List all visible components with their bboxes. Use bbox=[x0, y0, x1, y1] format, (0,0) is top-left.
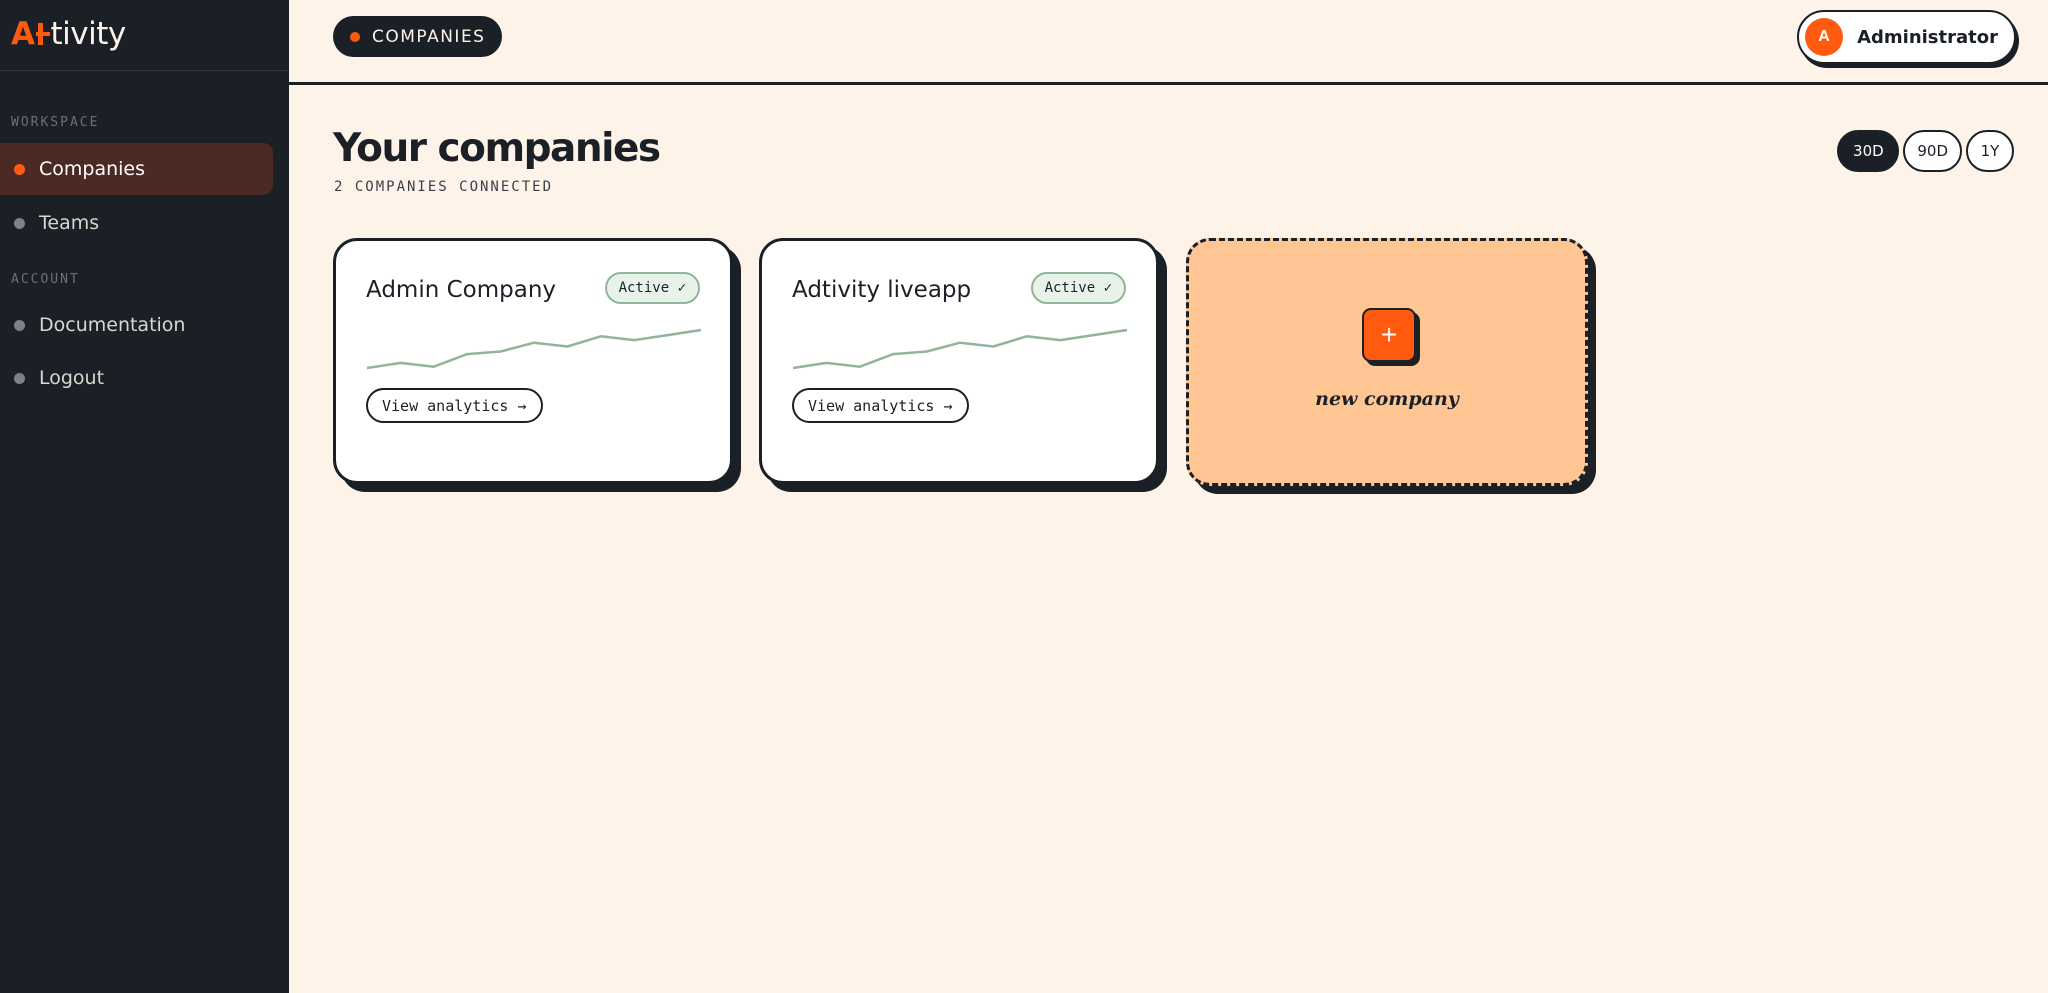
avatar: A bbox=[1805, 18, 1844, 56]
sidebar-divider bbox=[0, 70, 289, 71]
page-title: Your companies bbox=[333, 126, 661, 171]
status-badge: Active ✓ bbox=[604, 272, 700, 304]
sidebar-item-documentation[interactable]: Documentation bbox=[0, 299, 273, 351]
sidebar-item-label: Logout bbox=[39, 367, 105, 389]
brand-logo[interactable]: Ativity bbox=[11, 14, 126, 54]
section-label-account: ACCOUNT bbox=[11, 272, 80, 287]
plus-icon: + bbox=[1362, 308, 1416, 362]
breadcrumb: COMPANIES bbox=[333, 16, 503, 57]
sparkline-path bbox=[366, 328, 702, 370]
sidebar-item-teams[interactable]: Teams bbox=[0, 197, 273, 249]
breadcrumb-label: COMPANIES bbox=[372, 26, 486, 47]
dot-icon bbox=[14, 217, 25, 229]
sidebar-item-companies[interactable]: Companies bbox=[0, 143, 273, 195]
range-90d-button[interactable]: 90D bbox=[1903, 130, 1962, 172]
user-name: Administrator bbox=[1857, 26, 1998, 48]
add-company-label: new company bbox=[1315, 388, 1459, 410]
range-30d-button[interactable]: 30D bbox=[1837, 130, 1900, 172]
breadcrumb-dot-icon bbox=[350, 31, 360, 42]
logo-text: tivity bbox=[50, 16, 127, 52]
view-analytics-button[interactable]: View analytics → bbox=[792, 388, 969, 423]
sidebar-item-label: Companies bbox=[39, 158, 146, 180]
sidebar-item-label: Documentation bbox=[39, 314, 186, 336]
logo-mark-icon bbox=[35, 23, 50, 45]
time-range-selector: 30D 90D 1Y bbox=[1837, 130, 2014, 172]
view-analytics-button[interactable]: View analytics → bbox=[366, 388, 543, 423]
top-bar: COMPANIES A Administrator bbox=[289, 0, 2048, 85]
section-label-workspace: WORKSPACE bbox=[11, 115, 100, 130]
trend-sparkline bbox=[792, 328, 1128, 370]
company-card[interactable]: Adtivity liveapp Active ✓ View analytics… bbox=[759, 238, 1159, 484]
sidebar-item-logout[interactable]: Logout bbox=[0, 352, 273, 404]
sidebar: Ativity WORKSPACE Companies Teams ACCOUN… bbox=[0, 0, 289, 993]
dot-icon bbox=[14, 319, 25, 331]
status-badge: Active ✓ bbox=[1030, 272, 1126, 304]
company-name: Admin Company bbox=[366, 277, 557, 303]
add-company-card[interactable]: + new company bbox=[1186, 238, 1588, 486]
sidebar-item-label: Teams bbox=[39, 212, 100, 234]
trend-sparkline bbox=[366, 328, 702, 370]
sparkline-path bbox=[792, 328, 1128, 370]
active-dot-icon bbox=[14, 163, 25, 175]
company-name: Adtivity liveapp bbox=[792, 277, 972, 303]
user-menu-button[interactable]: A Administrator bbox=[1797, 10, 2016, 64]
page-subtitle: 2 COMPANIES CONNECTED bbox=[334, 179, 554, 195]
company-card[interactable]: Admin Company Active ✓ View analytics → bbox=[333, 238, 733, 484]
range-1y-button[interactable]: 1Y bbox=[1966, 130, 2014, 172]
dot-icon bbox=[14, 372, 25, 384]
logo-letter: A bbox=[11, 16, 35, 52]
